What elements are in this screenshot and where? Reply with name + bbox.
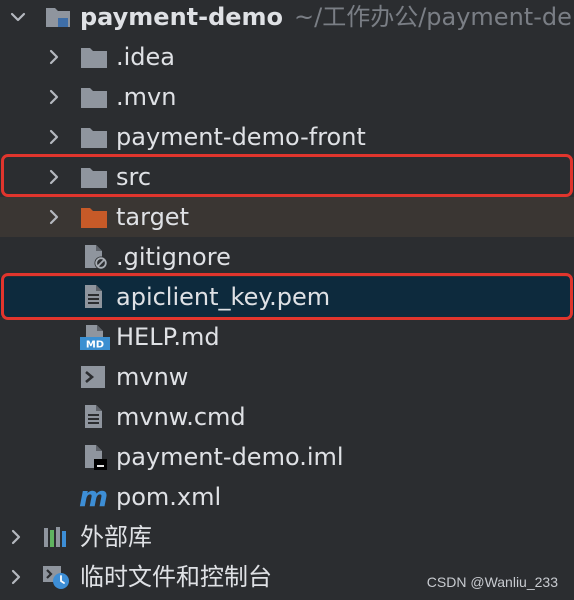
chevron-right-icon[interactable] xyxy=(44,87,64,107)
scratches-icon xyxy=(43,566,69,589)
markdown-file-icon: MD xyxy=(80,325,110,351)
folder-icon xyxy=(81,128,107,148)
tree-item-label: payment-demo.iml xyxy=(116,443,344,471)
module-file-icon xyxy=(85,445,107,470)
text-file-icon xyxy=(85,405,102,428)
chevron-right-icon[interactable] xyxy=(44,127,64,147)
tree-item-label: .idea xyxy=(116,43,176,71)
tree-item-label: 外部库 xyxy=(80,523,152,551)
tree-item-label: mvnw.cmd xyxy=(116,403,246,431)
tree-row-idea[interactable]: .idea xyxy=(0,37,574,77)
ignored-file-icon xyxy=(85,245,108,270)
excluded-folder-icon xyxy=(81,208,107,228)
tree-row-payment-demo-front[interactable]: payment-demo-front xyxy=(0,117,574,157)
watermark: CSDN @Wanliu_233 xyxy=(426,574,558,590)
shell-script-icon xyxy=(81,366,105,388)
tree-row-gitignore[interactable]: .gitignore xyxy=(0,237,574,277)
maven-icon: m xyxy=(79,484,108,510)
tree-row-mvnw-cmd[interactable]: mvnw.cmd xyxy=(0,397,574,437)
tree-row-mvn[interactable]: .mvn xyxy=(0,77,574,117)
tree-item-label: .gitignore xyxy=(116,243,231,271)
folder-icon xyxy=(81,48,107,68)
tree-item-label: payment-demo-front xyxy=(116,123,366,151)
folder-icon xyxy=(81,88,107,108)
chevron-right-icon[interactable] xyxy=(44,47,64,67)
tree-row-mvnw[interactable]: mvnw xyxy=(0,357,574,397)
project-path: ~/工作办公/payment-de xyxy=(294,3,572,31)
tree-row-external-libraries[interactable]: 外部库 xyxy=(0,517,574,557)
library-icon xyxy=(44,527,66,547)
md-badge-text: MD xyxy=(86,340,104,351)
project-name: payment-demo xyxy=(80,3,284,31)
tree-item-label: pom.xml xyxy=(116,483,222,511)
tree-item-label: .mvn xyxy=(116,83,177,111)
tree-row-target[interactable]: target xyxy=(0,197,574,237)
module-folder-icon xyxy=(46,8,70,27)
tree-row-pom-xml[interactable]: m pom.xml xyxy=(0,477,574,517)
tree-item-label: HELP.md xyxy=(116,323,220,351)
highlight-box-src xyxy=(1,154,573,197)
tree-row-payment-demo-iml[interactable]: payment-demo.iml xyxy=(0,437,574,477)
tree-row-help-md[interactable]: MD HELP.md xyxy=(0,317,574,357)
maven-icon-glyph: m xyxy=(79,484,108,510)
tree-item-label: target xyxy=(116,203,189,231)
chevron-right-icon[interactable] xyxy=(44,207,64,227)
chevron-right-icon[interactable] xyxy=(6,567,26,587)
tree-item-label: 临时文件和控制台 xyxy=(80,563,272,591)
chevron-right-icon[interactable] xyxy=(6,527,26,547)
tree-row-project-root[interactable]: payment-demo ~/工作办公/payment-de xyxy=(0,0,574,37)
tree-item-label: mvnw xyxy=(116,363,189,391)
chevron-down-icon[interactable] xyxy=(8,7,28,27)
highlight-box-apiclient-key xyxy=(1,273,573,320)
